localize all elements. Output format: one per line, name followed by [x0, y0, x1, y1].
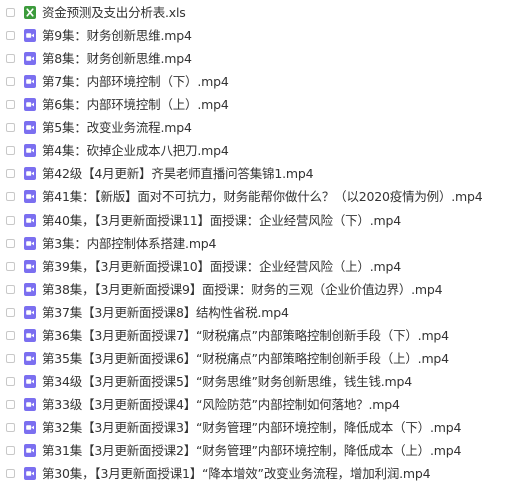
file-row[interactable]: 第3集：内部控制体系搭建.mp4 [0, 233, 511, 255]
file-row[interactable]: 第39集，【3月更新面授课10】面授课：企业经营风险（上）.mp4 [0, 256, 511, 278]
row-checkbox[interactable] [6, 285, 15, 294]
file-name[interactable]: 第36集【3月更新面授课7】“财税痛点”内部策略控制创新手段（下）.mp4 [42, 325, 449, 347]
video-file-icon [24, 29, 36, 42]
video-file-icon [24, 421, 36, 434]
row-checkbox[interactable] [6, 239, 15, 248]
file-name[interactable]: 第38集，【3月更新面授课9】面授课：财务的三观（企业价值边界）.mp4 [42, 279, 442, 301]
file-row[interactable]: 第34级【3月更新面授课5】“财务思维”财务创新思维，钱生钱.mp4 [0, 371, 511, 393]
video-file-icon [24, 260, 36, 273]
file-row[interactable]: 第30集，【3月更新面授课1】“降本增效”改变业务流程，增加利润.mp4 [0, 463, 511, 485]
file-row[interactable]: 第6集：内部环境控制（上）.mp4 [0, 94, 511, 116]
file-row[interactable]: 第33级【3月更新面授课4】“风险防范”内部控制如何落地？.mp4 [0, 394, 511, 416]
row-checkbox[interactable] [6, 308, 15, 317]
file-row[interactable]: 第35集【3月更新面授课6】“财税痛点”内部策略控制创新手段（上）.mp4 [0, 348, 511, 370]
file-name[interactable]: 第39集，【3月更新面授课10】面授课：企业经营风险（上）.mp4 [42, 256, 401, 278]
video-file-icon [24, 121, 36, 134]
row-checkbox[interactable] [6, 354, 15, 363]
file-row[interactable]: 资金预测及支出分析表.xls [0, 2, 511, 24]
file-name[interactable]: 第34级【3月更新面授课5】“财务思维”财务创新思维，钱生钱.mp4 [42, 371, 412, 393]
row-checkbox[interactable] [6, 423, 15, 432]
file-row[interactable]: 第8集：财务创新思维.mp4 [0, 48, 511, 70]
video-file-icon [24, 398, 36, 411]
file-name[interactable]: 第6集：内部环境控制（上）.mp4 [42, 94, 229, 116]
video-file-icon [24, 75, 36, 88]
file-name[interactable]: 第33级【3月更新面授课4】“风险防范”内部控制如何落地？.mp4 [42, 394, 400, 416]
video-file-icon [24, 214, 36, 227]
file-row[interactable]: 第4集：砍掉企业成本八把刀.mp4 [0, 140, 511, 162]
video-file-icon [24, 467, 36, 480]
file-row[interactable]: 第37集【3月更新面授课8】结构性省税.mp4 [0, 302, 511, 324]
file-row[interactable]: 第5集：改变业务流程.mp4 [0, 117, 511, 139]
row-checkbox[interactable] [6, 77, 15, 86]
file-row[interactable]: 第7集：内部环境控制（下）.mp4 [0, 71, 511, 93]
excel-file-icon [24, 6, 36, 19]
file-row[interactable]: 第9集：财务创新思维.mp4 [0, 25, 511, 47]
file-name[interactable]: 第31集【3月更新面授课2】“财务管理”内部环境控制，降低成本（上）.mp4 [42, 440, 461, 462]
file-name[interactable]: 第35集【3月更新面授课6】“财税痛点”内部策略控制创新手段（上）.mp4 [42, 348, 449, 370]
row-checkbox[interactable] [6, 169, 15, 178]
row-checkbox[interactable] [6, 54, 15, 63]
file-name[interactable]: 第4集：砍掉企业成本八把刀.mp4 [42, 140, 229, 162]
row-checkbox[interactable] [6, 192, 15, 201]
video-file-icon [24, 52, 36, 65]
file-row[interactable]: 第38集，【3月更新面授课9】面授课：财务的三观（企业价值边界）.mp4 [0, 279, 511, 301]
file-list: 资金预测及支出分析表.xls 第9集：财务创新思维.mp4 第8集：财务创新思维.m… [0, 0, 511, 483]
row-checkbox[interactable] [6, 469, 15, 478]
file-name[interactable]: 第32集【3月更新面授课3】“财务管理”内部环境控制，降低成本（下）.mp4 [42, 417, 461, 439]
row-checkbox[interactable] [6, 216, 15, 225]
row-checkbox[interactable] [6, 31, 15, 40]
file-name[interactable]: 第30集，【3月更新面授课1】“降本增效”改变业务流程，增加利润.mp4 [42, 463, 430, 485]
file-name[interactable]: 第5集：改变业务流程.mp4 [42, 117, 192, 139]
file-name[interactable]: 第8集：财务创新思维.mp4 [42, 48, 192, 70]
video-file-icon [24, 283, 36, 296]
row-checkbox[interactable] [6, 377, 15, 386]
video-file-icon [24, 329, 36, 342]
video-file-icon [24, 444, 36, 457]
video-file-icon [24, 352, 36, 365]
video-file-icon [24, 98, 36, 111]
row-checkbox[interactable] [6, 446, 15, 455]
file-row[interactable]: 第36集【3月更新面授课7】“财税痛点”内部策略控制创新手段（下）.mp4 [0, 325, 511, 347]
file-name[interactable]: 资金预测及支出分析表.xls [42, 2, 186, 24]
file-row[interactable]: 第42级【4月更新】齐昊老师直播问答集锦1.mp4 [0, 163, 511, 185]
file-name[interactable]: 第7集：内部环境控制（下）.mp4 [42, 71, 229, 93]
video-file-icon [24, 237, 36, 250]
file-name[interactable]: 第3集：内部控制体系搭建.mp4 [42, 233, 216, 255]
file-name[interactable]: 第37集【3月更新面授课8】结构性省税.mp4 [42, 302, 289, 324]
row-checkbox[interactable] [6, 331, 15, 340]
row-checkbox[interactable] [6, 100, 15, 109]
video-file-icon [24, 144, 36, 157]
file-name[interactable]: 第9集：财务创新思维.mp4 [42, 25, 192, 47]
file-row[interactable]: 第31集【3月更新面授课2】“财务管理”内部环境控制，降低成本（上）.mp4 [0, 440, 511, 462]
video-file-icon [24, 190, 36, 203]
file-row[interactable]: 第40集，【3月更新面授课11】面授课：企业经营风险（下）.mp4 [0, 210, 511, 232]
file-name[interactable]: 第42级【4月更新】齐昊老师直播问答集锦1.mp4 [42, 163, 313, 185]
video-file-icon [24, 167, 36, 180]
row-checkbox[interactable] [6, 123, 15, 132]
file-name[interactable]: 第41集：【新版】面对不可抗力，财务能帮你做什么？（以2020疫情为例）.mp4 [42, 186, 483, 208]
file-name[interactable]: 第40集，【3月更新面授课11】面授课：企业经营风险（下）.mp4 [42, 210, 401, 232]
video-file-icon [24, 306, 36, 319]
row-checkbox[interactable] [6, 146, 15, 155]
file-row[interactable]: 第32集【3月更新面授课3】“财务管理”内部环境控制，降低成本（下）.mp4 [0, 417, 511, 439]
row-checkbox[interactable] [6, 262, 15, 271]
row-checkbox[interactable] [6, 8, 15, 17]
video-file-icon [24, 375, 36, 388]
file-row[interactable]: 第41集：【新版】面对不可抗力，财务能帮你做什么？（以2020疫情为例）.mp4 [0, 186, 511, 208]
row-checkbox[interactable] [6, 400, 15, 409]
